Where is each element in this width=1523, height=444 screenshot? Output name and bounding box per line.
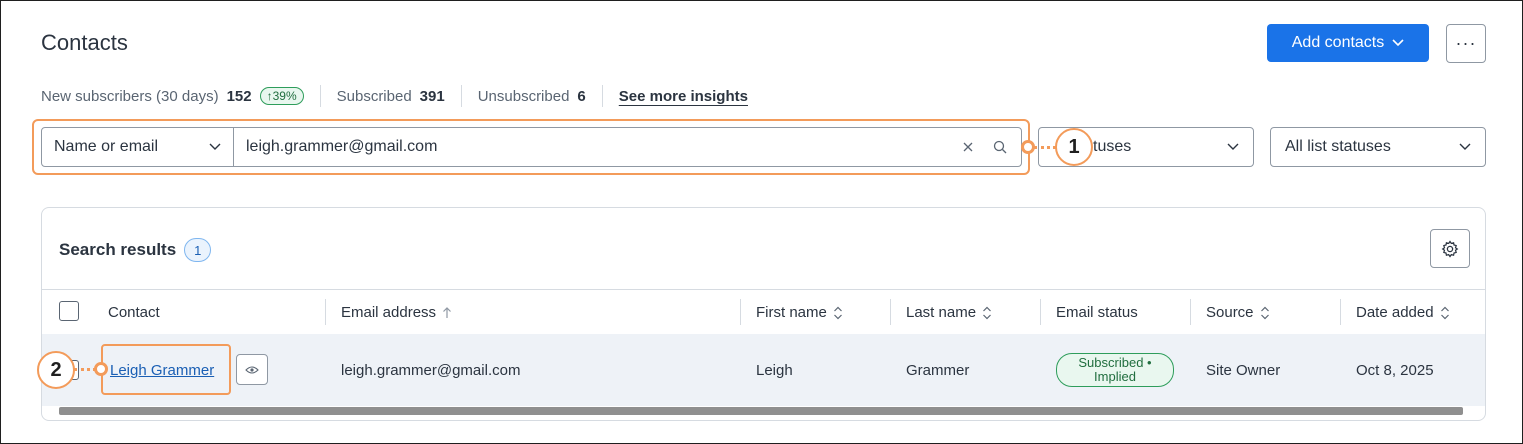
sort-ascending-icon — [443, 306, 451, 318]
clear-icon[interactable] — [959, 138, 977, 156]
column-label: Email status — [1056, 304, 1138, 321]
source-cell: Site Owner — [1206, 361, 1281, 379]
preview-contact-button[interactable] — [236, 354, 268, 385]
column-header-contact: Contact — [108, 290, 160, 335]
column-label: Last name — [906, 304, 977, 321]
results-heading: Search results 1 — [59, 238, 212, 262]
stat-label: Unsubscribed — [477, 87, 570, 105]
add-contacts-label: Add contacts — [1291, 34, 1385, 51]
growth-badge: ↑39% — [259, 87, 304, 105]
column-header-first-name[interactable]: First name — [756, 290, 843, 335]
search-results-card: Search results 1 Contact Email address F… — [41, 207, 1486, 421]
table-row: Leigh Grammer leigh.grammer@gmail.com Le… — [42, 334, 1485, 406]
email-status-badge: Subscribed • Implied — [1056, 353, 1174, 387]
column-header-source[interactable]: Source — [1206, 290, 1270, 335]
chevron-down-icon — [1459, 143, 1471, 150]
list-status-filter-value: All list statuses — [1285, 138, 1391, 155]
sort-icon — [1260, 306, 1269, 319]
column-label: Email address — [341, 304, 437, 321]
contact-highlight-box — [101, 344, 231, 395]
stat-label: New subscribers (30 days) — [41, 87, 219, 105]
search-field-type-value: Name or email — [54, 138, 159, 155]
column-divider — [740, 299, 741, 325]
column-header-last-name[interactable]: Last name — [906, 290, 992, 335]
stats-bar: New subscribers (30 days) 152 ↑39% Subsc… — [41, 84, 748, 108]
column-label: First name — [756, 304, 827, 321]
search-field-type-select[interactable]: Name or email — [42, 128, 234, 166]
results-title: Search results — [59, 240, 177, 259]
search-input-value: leigh.grammer@gmail.com — [246, 138, 438, 155]
stat-label: Subscribed — [336, 87, 412, 105]
table-header: Contact Email address First name Last na… — [42, 289, 1485, 334]
column-divider — [1190, 299, 1191, 325]
more-options-button[interactable]: ··· — [1446, 24, 1486, 63]
column-header-date-added[interactable]: Date added — [1356, 290, 1450, 335]
chevron-down-icon — [1227, 143, 1239, 150]
callout-badge-1: 1 — [1055, 128, 1093, 166]
stat-new-subscribers: New subscribers (30 days) 152 ↑39% — [41, 87, 304, 105]
first-name-cell: Leigh — [756, 361, 793, 379]
callout-connector — [74, 368, 96, 371]
sort-icon — [1440, 306, 1449, 319]
search-group: Name or email leigh.grammer@gmail.com — [41, 127, 1022, 167]
chevron-down-icon — [209, 143, 221, 150]
divider — [460, 85, 462, 107]
last-name-cell: Grammer — [906, 361, 970, 379]
column-label: Contact — [108, 304, 160, 321]
stat-value: 391 — [419, 87, 445, 105]
divider — [601, 85, 603, 107]
callout-badge-2: 2 — [37, 351, 75, 389]
column-label: Date added — [1356, 304, 1434, 321]
column-header-email[interactable]: Email address — [341, 290, 452, 335]
add-contacts-button[interactable]: Add contacts — [1267, 24, 1429, 62]
callout-anchor-dot — [1021, 140, 1035, 154]
eye-icon — [245, 365, 259, 374]
stat-subscribed: Subscribed 391 — [337, 88, 445, 105]
column-divider — [1340, 299, 1341, 325]
select-all-checkbox[interactable] — [59, 301, 79, 321]
page-title: Contacts — [41, 30, 128, 55]
column-divider — [1040, 299, 1041, 325]
search-icon[interactable] — [991, 138, 1009, 156]
date-added-cell: Oct 8, 2025 — [1356, 361, 1434, 379]
list-status-filter[interactable]: All list statuses — [1270, 127, 1486, 167]
see-more-insights-link[interactable]: See more insights — [619, 88, 748, 105]
callout-connector — [1034, 146, 1056, 149]
gear-icon — [1441, 239, 1459, 258]
ellipsis-icon: ··· — [1455, 33, 1477, 53]
search-input[interactable]: leigh.grammer@gmail.com — [234, 128, 1021, 166]
column-label: Source — [1206, 304, 1254, 321]
sort-icon — [833, 306, 842, 319]
email-cell: leigh.grammer@gmail.com — [341, 361, 521, 379]
chevron-down-icon — [1392, 39, 1404, 47]
column-divider — [325, 299, 326, 325]
stat-value: 152 — [226, 87, 252, 105]
column-header-email-status: Email status — [1056, 290, 1138, 335]
callout-anchor-dot — [94, 362, 108, 376]
stat-unsubscribed: Unsubscribed 6 — [478, 88, 586, 105]
email-status-cell: Subscribed • Implied — [1056, 334, 1174, 406]
table-settings-button[interactable] — [1430, 229, 1470, 268]
divider — [319, 85, 321, 107]
horizontal-scrollbar[interactable] — [59, 407, 1463, 415]
stat-value: 6 — [577, 87, 586, 105]
sort-icon — [983, 306, 991, 319]
results-count-badge: 1 — [184, 238, 212, 262]
column-divider — [890, 299, 891, 325]
